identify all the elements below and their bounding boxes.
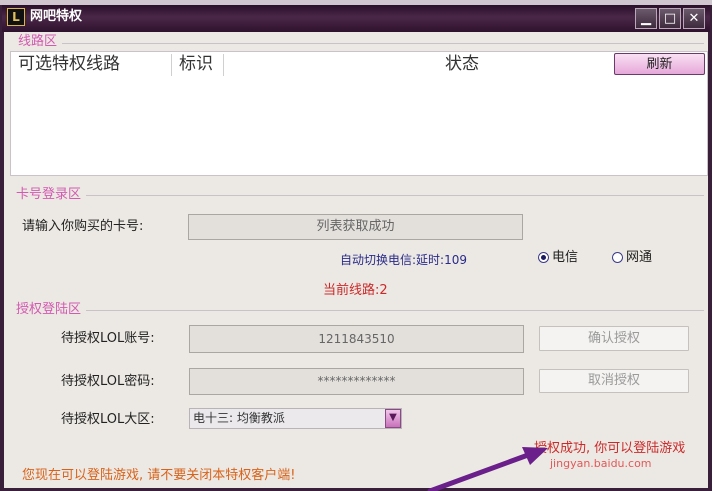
annotation-arrow-icon <box>427 447 548 491</box>
